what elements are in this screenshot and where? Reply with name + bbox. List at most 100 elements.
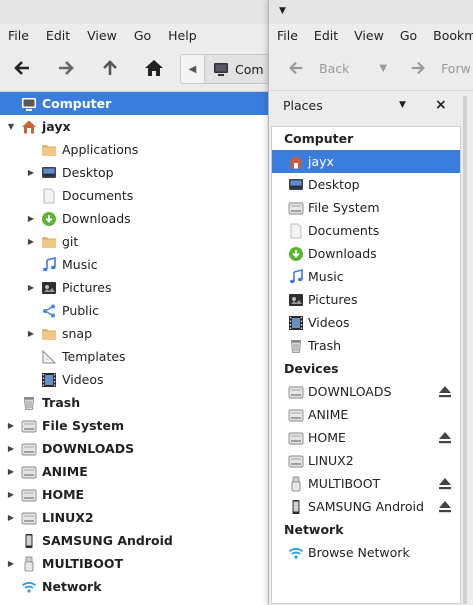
places-item[interactable]: MULTIBOOT <box>272 472 460 495</box>
menu-item[interactable]: Go <box>134 28 151 43</box>
back-button[interactable]: Back <box>287 59 349 77</box>
places-item[interactable]: HOME <box>272 426 460 449</box>
window-menu-icon[interactable]: ▼ <box>279 6 286 16</box>
arrow-left-icon <box>289 61 303 75</box>
folder-icon <box>41 234 57 250</box>
places-item[interactable]: ANIME <box>272 403 460 426</box>
tree-item[interactable]: Computer <box>0 92 268 115</box>
chevron-down-icon[interactable]: ▼ <box>399 100 406 110</box>
tree-item[interactable]: Templates <box>0 345 268 368</box>
tree-item[interactable]: ▶ LINUX2 <box>0 506 268 529</box>
home-button[interactable] <box>132 46 176 90</box>
tree-item[interactable]: ▶ Desktop <box>0 161 268 184</box>
title-bar[interactable] <box>0 0 268 24</box>
expander-open-icon[interactable]: ▼ <box>6 122 16 132</box>
history-dropdown-icon[interactable]: ▼ <box>379 63 387 74</box>
home-icon <box>145 60 163 76</box>
places-item[interactable]: Browse Network <box>272 541 460 564</box>
menu-item[interactable]: View <box>87 28 117 43</box>
tree-item[interactable]: Public <box>0 299 268 322</box>
expander-closed-icon[interactable]: ▶ <box>6 444 16 454</box>
expander-closed-icon[interactable]: ▶ <box>26 168 36 178</box>
places-item[interactable]: DOWNLOADS <box>272 380 460 403</box>
tree-item-label: Pictures <box>62 280 112 295</box>
tree-item[interactable]: SAMSUNG Android <box>0 529 268 552</box>
expander-closed-icon[interactable]: ▶ <box>6 513 16 523</box>
location-scroll-left-button[interactable]: ◀ <box>181 55 205 83</box>
expander-closed-icon[interactable]: ▶ <box>6 467 16 477</box>
tree-item-label: jayx <box>42 119 71 134</box>
expander-closed-icon[interactable]: ▶ <box>26 329 36 339</box>
eject-icon[interactable] <box>438 385 452 398</box>
places-item[interactable]: LINUX2 <box>272 449 460 472</box>
tree-item[interactable]: ▼ jayx <box>0 115 268 138</box>
eject-icon[interactable] <box>438 500 452 513</box>
menu-item[interactable]: File <box>277 28 298 43</box>
usb-icon <box>21 556 37 572</box>
places-item[interactable]: Pictures <box>272 288 460 311</box>
tree-item-label: Downloads <box>62 211 131 226</box>
expander-closed-icon[interactable]: ▶ <box>6 559 16 569</box>
expander-closed-icon[interactable]: ▶ <box>26 214 36 224</box>
phone-icon <box>21 533 37 549</box>
tree-item[interactable]: Music <box>0 253 268 276</box>
tree-item[interactable]: Trash <box>0 391 268 414</box>
expander-closed-icon[interactable]: ▶ <box>26 283 36 293</box>
menu-item[interactable]: Help <box>168 28 197 43</box>
tree-item[interactable]: Videos <box>0 368 268 391</box>
tree-item-label: LINUX2 <box>42 510 94 525</box>
places-item[interactable]: Trash <box>272 334 460 357</box>
eject-icon[interactable] <box>438 431 452 444</box>
tree-item-label: HOME <box>42 487 85 502</box>
tree-item[interactable]: ▶ snap <box>0 322 268 345</box>
forward-button[interactable]: Forw <box>409 59 471 77</box>
menu-item[interactable]: Edit <box>46 28 70 43</box>
tree-item[interactable]: ▶ File System <box>0 414 268 437</box>
places-item-label: MULTIBOOT <box>308 476 381 491</box>
places-item-label: LINUX2 <box>308 453 354 468</box>
expander-closed-icon[interactable]: ▶ <box>6 421 16 431</box>
expander-closed-icon[interactable]: ▶ <box>26 237 36 247</box>
close-icon[interactable]: × <box>435 97 447 113</box>
location-bar[interactable]: ◀ Com <box>180 54 280 84</box>
places-item[interactable]: Downloads <box>272 242 460 265</box>
tree-item-label: Trash <box>42 395 81 410</box>
scrollbar[interactable] <box>463 96 467 604</box>
tree-item[interactable]: Documents <box>0 184 268 207</box>
menu-item[interactable]: View <box>354 28 384 43</box>
tree-item[interactable]: ▶ Downloads <box>0 207 268 230</box>
tree-item[interactable]: ▶ MULTIBOOT <box>0 552 268 575</box>
tree-item[interactable]: ▶ ANIME <box>0 460 268 483</box>
title-bar[interactable]: ▼ <box>269 0 473 24</box>
places-item[interactable]: Desktop <box>272 173 460 196</box>
eject-icon[interactable] <box>438 477 452 490</box>
back-button[interactable] <box>0 46 44 90</box>
tree-item[interactable]: ▶ Pictures <box>0 276 268 299</box>
places-item-label: Downloads <box>308 246 377 261</box>
tree-item[interactable]: ▶ git <box>0 230 268 253</box>
places-item[interactable]: Documents <box>272 219 460 242</box>
menu-item[interactable]: Bookmar <box>433 28 473 43</box>
forward-button[interactable] <box>44 46 88 90</box>
tree-item[interactable]: ▶ DOWNLOADS <box>0 437 268 460</box>
places-item[interactable]: Music <box>272 265 460 288</box>
menu-item[interactable]: Go <box>400 28 417 43</box>
places-item[interactable]: File System <box>272 196 460 219</box>
drive-icon <box>21 487 37 503</box>
tree-item[interactable]: Applications <box>0 138 268 161</box>
chevron-left-icon: ◀ <box>188 63 197 75</box>
expander-closed-icon[interactable]: ▶ <box>6 490 16 500</box>
section-heading: Computer <box>284 131 354 146</box>
places-item-label: File System <box>308 200 380 215</box>
places-item[interactable]: Videos <box>272 311 460 334</box>
up-button[interactable] <box>88 46 132 90</box>
places-item[interactable]: SAMSUNG Android <box>272 495 460 518</box>
menu-item[interactable]: File <box>8 28 29 43</box>
menu-item[interactable]: Edit <box>314 28 338 43</box>
tree-item[interactable]: ▶ HOME <box>0 483 268 506</box>
tree-item[interactable]: Network <box>0 575 268 598</box>
places-item[interactable]: jayx <box>272 150 460 173</box>
